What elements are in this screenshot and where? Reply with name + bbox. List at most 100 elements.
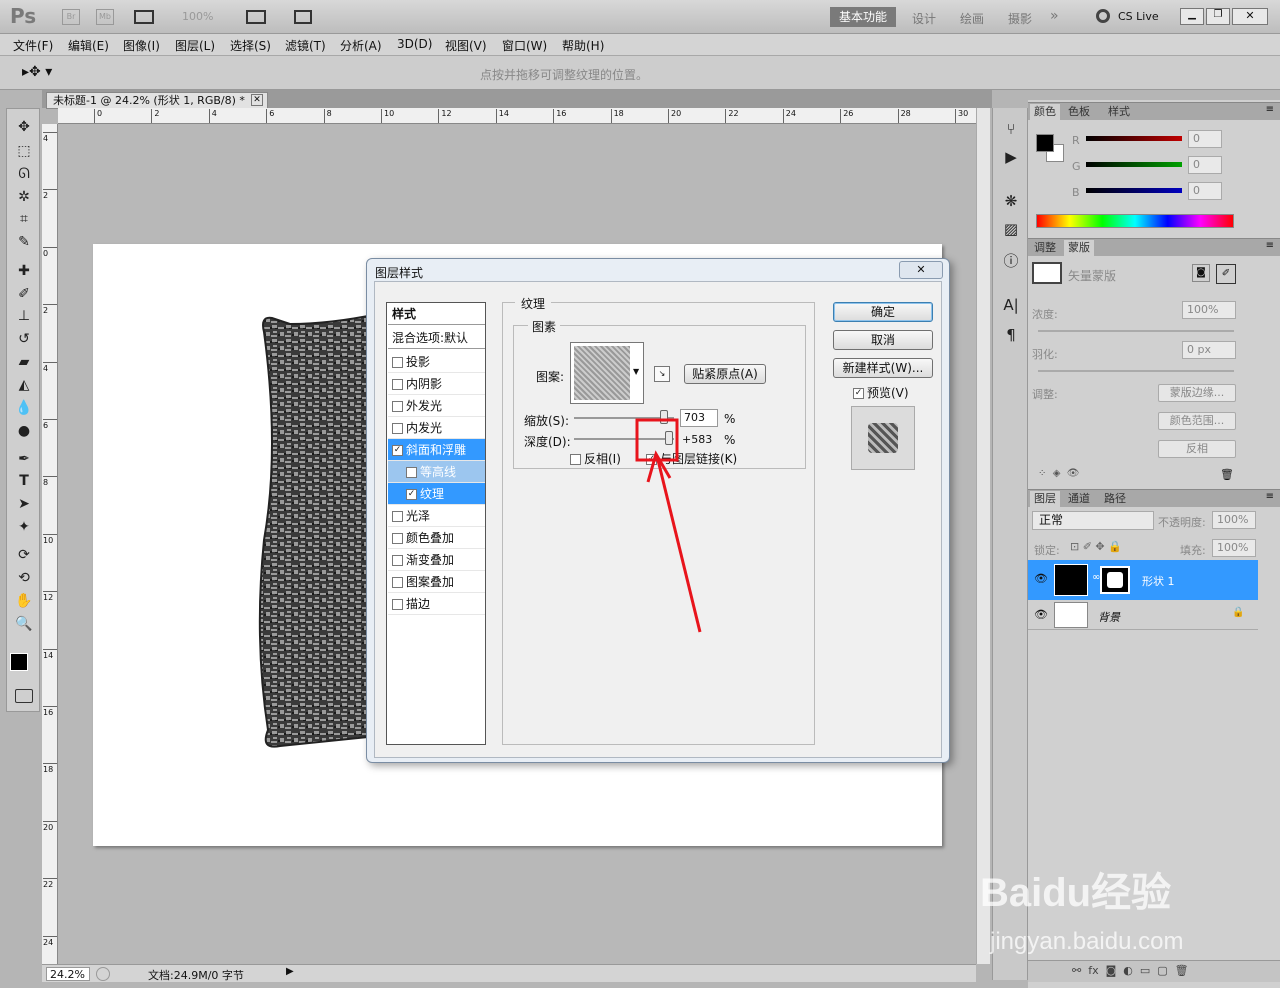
channel-r-field[interactable]: 0 <box>1188 130 1222 148</box>
3d-panel-icon[interactable]: ❋ <box>1000 190 1022 212</box>
bridge-button[interactable]: Br <box>62 9 80 25</box>
textured-shape[interactable] <box>250 310 380 755</box>
menu-file[interactable]: 文件(F) <box>13 37 53 54</box>
menu-select[interactable]: 选择(S) <box>230 37 271 54</box>
style-item-checkbox[interactable] <box>392 577 403 588</box>
brush-tool-icon[interactable]: ✐ <box>12 284 36 304</box>
tab-swatches[interactable]: 色板 <box>1064 104 1094 121</box>
invert-mask-button[interactable]: 反相 <box>1158 440 1236 458</box>
invert-checkbox-box[interactable] <box>570 454 581 465</box>
eraser-tool-icon[interactable]: ▰ <box>12 352 36 372</box>
menu-layer[interactable]: 图层(L) <box>175 37 215 54</box>
menu-help[interactable]: 帮助(H) <box>562 37 604 54</box>
foreground-color-swatch[interactable] <box>10 653 28 671</box>
color-range-button[interactable]: 颜色范围... <box>1158 412 1236 430</box>
fill-field[interactable]: 100% <box>1212 539 1256 557</box>
custom-shape-tool-icon[interactable]: ✦ <box>12 517 36 537</box>
style-item-checkbox[interactable]: ✓ <box>406 489 417 500</box>
3d-orbit-tool-icon[interactable]: ⟲ <box>12 568 36 588</box>
channel-g-field[interactable]: 0 <box>1188 156 1222 174</box>
type-tool-icon[interactable]: T <box>12 471 36 491</box>
screen-mode-icon[interactable] <box>294 10 312 24</box>
feather-slider[interactable] <box>1038 370 1234 372</box>
feather-field[interactable]: 0 px <box>1182 341 1236 359</box>
mask-panel-footer-icons[interactable]: ⁘ ◈ 👁 <box>1038 468 1079 479</box>
color-foreground-swatch[interactable] <box>1036 134 1054 152</box>
info-icon[interactable]: ⓘ <box>1000 250 1022 272</box>
channel-g-slider[interactable] <box>1086 162 1182 167</box>
density-slider[interactable] <box>1038 330 1234 332</box>
layers-panel-menu-icon[interactable]: ≡ <box>1266 491 1274 502</box>
paragraph-icon[interactable]: ¶ <box>1000 324 1022 346</box>
history-icon[interactable]: ⑂ <box>1000 118 1022 140</box>
pen-tool-icon[interactable]: ✒ <box>12 449 36 469</box>
delete-mask-icon[interactable]: 🗑 <box>1220 468 1234 481</box>
ok-button[interactable]: 确定 <box>833 302 933 322</box>
style-item[interactable]: 颜色叠加 <box>388 527 485 549</box>
3d-rotate-tool-icon[interactable]: ⟳ <box>12 545 36 565</box>
layer-row-background[interactable]: 👁 背景 🔒 <box>1028 600 1258 630</box>
background-visibility-eye-icon[interactable]: 👁 <box>1034 608 1048 621</box>
masks-panel-menu-icon[interactable]: ≡ <box>1266 240 1274 251</box>
add-vector-mask-icon[interactable]: ✐ <box>1216 264 1236 284</box>
opacity-field[interactable]: 100% <box>1212 511 1256 529</box>
lock-icons[interactable]: ⊡ ✐ ✥ 🔒 <box>1070 540 1122 553</box>
zoom-tool-icon[interactable]: 🔍 <box>12 614 36 634</box>
menu-filter[interactable]: 滤镜(T) <box>285 37 326 54</box>
color-spectrum-bar[interactable] <box>1036 214 1234 228</box>
menu-edit[interactable]: 编辑(E) <box>68 37 109 54</box>
dialog-close-button[interactable]: ✕ <box>899 261 943 279</box>
document-tab[interactable]: 未标题-1 @ 24.2% (形状 1, RGB/8) * ✕ <box>46 92 268 109</box>
restore-button[interactable]: ❐ <box>1206 8 1230 25</box>
workspace-essentials[interactable]: 基本功能 <box>830 7 896 27</box>
layers-footer-icons[interactable]: ⚯ fx ◙ ◐ ▭ ▢ 🗑 <box>1028 960 1280 982</box>
blending-options-item[interactable]: 混合选项:默认 <box>388 327 485 349</box>
move-tool-icon[interactable]: ✥ <box>12 117 36 137</box>
menu-analysis[interactable]: 分析(A) <box>340 37 382 54</box>
mask-edge-button[interactable]: 蒙版边缘... <box>1158 384 1236 402</box>
tab-adjustments[interactable]: 调整 <box>1030 240 1060 257</box>
invert-checkbox[interactable]: 反相(I) <box>570 450 621 467</box>
close-tab-icon[interactable]: ✕ <box>251 94 263 106</box>
menu-view[interactable]: 视图(V) <box>445 37 487 54</box>
crop-tool-icon[interactable]: ⌗ <box>12 209 36 229</box>
actions-icon[interactable]: ▶ <box>1000 146 1022 168</box>
snap-to-origin-button[interactable]: 贴紧原点(A) <box>684 364 766 384</box>
hand-tool-icon[interactable]: ✋ <box>12 591 36 611</box>
style-item-checkbox[interactable] <box>392 533 403 544</box>
channel-r-slider[interactable] <box>1086 136 1182 141</box>
status-menu-arrow-icon[interactable]: ▶ <box>286 966 294 977</box>
zoom-level[interactable]: 100% <box>182 10 213 23</box>
extras-icon[interactable] <box>134 10 154 24</box>
marquee-tool-icon[interactable]: ⬚ <box>12 141 36 161</box>
style-item-checkbox[interactable] <box>392 423 403 434</box>
tab-paths[interactable]: 路径 <box>1100 491 1130 508</box>
preview-checkbox-box[interactable]: ✓ <box>853 388 864 399</box>
style-item[interactable]: 内阴影 <box>388 373 485 395</box>
style-item[interactable]: 渐变叠加 <box>388 549 485 571</box>
status-zoom-field[interactable]: 24.2% <box>46 967 90 981</box>
healing-brush-tool-icon[interactable]: ✚ <box>12 261 36 281</box>
style-item[interactable]: ✓ 纹理 <box>388 483 485 505</box>
styles-header[interactable]: 样式 <box>388 303 485 325</box>
style-item[interactable]: 等高线 <box>388 461 485 483</box>
tab-masks[interactable]: 蒙版 <box>1064 240 1094 257</box>
tab-color[interactable]: 颜色 <box>1030 104 1060 121</box>
style-item-checkbox[interactable] <box>392 401 403 412</box>
tab-channels[interactable]: 通道 <box>1064 491 1094 508</box>
lasso-tool-icon[interactable]: ᘏ <box>12 164 36 184</box>
quick-mask-icon[interactable] <box>15 689 33 703</box>
arrange-documents-icon[interactable] <box>246 10 266 24</box>
style-item[interactable]: ✓ 斜面和浮雕 <box>388 439 485 461</box>
eyedropper-tool-icon[interactable]: ✎ <box>12 232 36 252</box>
workspace-painting[interactable]: 绘画 <box>960 10 984 27</box>
style-item[interactable]: 投影 <box>388 351 485 373</box>
style-item[interactable]: 内发光 <box>388 417 485 439</box>
style-item-checkbox[interactable] <box>392 599 403 610</box>
style-item-checkbox[interactable] <box>392 357 403 368</box>
menu-window[interactable]: 窗口(W) <box>502 37 547 54</box>
workspace-photography[interactable]: 摄影 <box>1008 10 1032 27</box>
more-workspaces-icon[interactable]: » <box>1050 8 1059 24</box>
menu-3d[interactable]: 3D(D) <box>397 37 432 51</box>
pattern-picker[interactable]: ▼ <box>570 342 644 404</box>
